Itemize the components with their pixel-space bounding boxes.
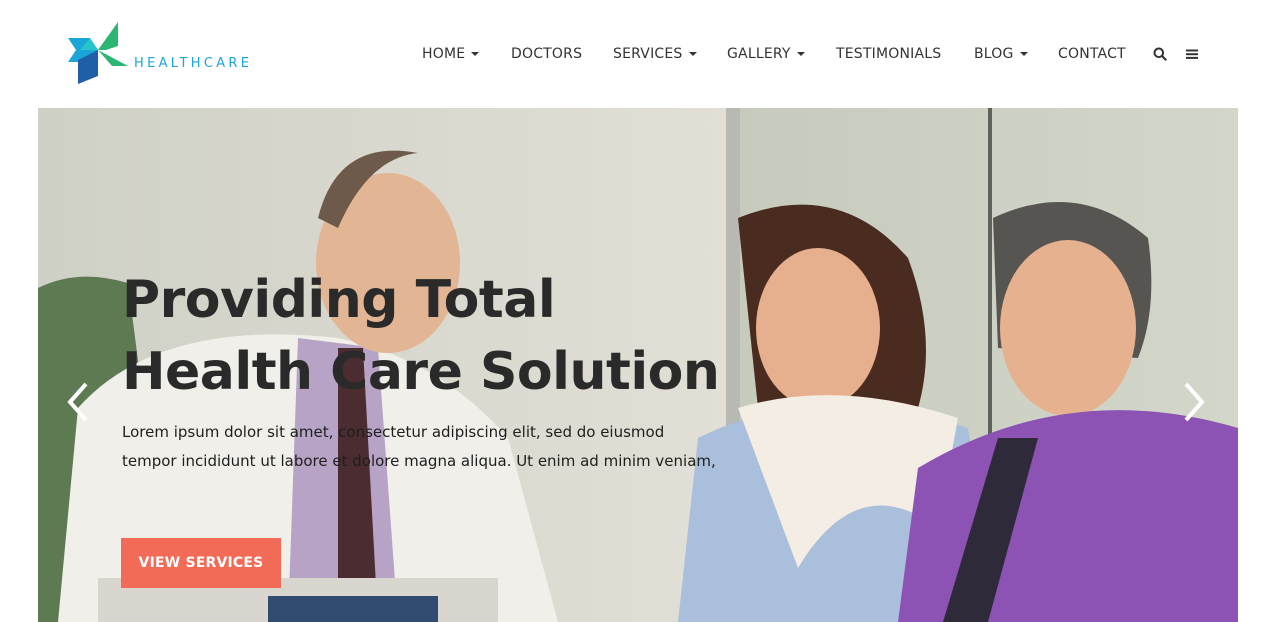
caret-down-icon: [1019, 52, 1028, 56]
nav-item-label: TESTIMONIALS: [836, 46, 942, 62]
chevron-left-icon[interactable]: [64, 380, 92, 424]
hero-slider: Providing Total Health Care Solution Lor…: [38, 108, 1238, 622]
hero-description: Lorem ipsum dolor sit amet, consectetur …: [122, 423, 716, 470]
hero-title-line: Providing Total: [122, 270, 556, 330]
caret-down-icon: [688, 52, 697, 56]
view-services-button[interactable]: VIEW SERVICES: [121, 538, 281, 588]
nav-item-gallery[interactable]: GALLERY: [727, 44, 805, 64]
nav-item-testimonials[interactable]: TESTIMONIALS: [836, 44, 941, 64]
caret-down-icon: [796, 52, 805, 56]
nav-item-label: BLOG: [974, 46, 1014, 62]
nav-item-blog[interactable]: BLOG: [974, 44, 1028, 64]
hero-title-line: Health Care Solution: [122, 342, 720, 402]
nav-item-label: GALLERY: [727, 46, 791, 62]
chevron-right-icon[interactable]: [1180, 380, 1208, 424]
nav-item-label: DOCTORS: [511, 46, 583, 62]
nav-item-label: CONTACT: [1058, 46, 1126, 62]
nav-item-label: SERVICES: [613, 46, 683, 62]
caret-down-icon: [471, 52, 480, 56]
menu-icon[interactable]: [1185, 47, 1199, 61]
nav-item-services[interactable]: SERVICES: [613, 44, 697, 64]
nav-item-home[interactable]: HOME: [422, 44, 480, 64]
hero-title: Providing Total Health Care Solution: [122, 264, 822, 408]
site-header: HEALTHCARE HOME DOCTORS SERVICES GALLERY…: [0, 0, 1278, 108]
search-icon[interactable]: [1153, 47, 1167, 61]
nav-item-label: HOME: [422, 46, 466, 62]
nav-item-doctors[interactable]: DOCTORS: [511, 44, 582, 64]
main-nav: HOME DOCTORS SERVICES GALLERY TESTIMONIA…: [0, 44, 1278, 66]
nav-item-contact[interactable]: CONTACT: [1058, 44, 1126, 64]
